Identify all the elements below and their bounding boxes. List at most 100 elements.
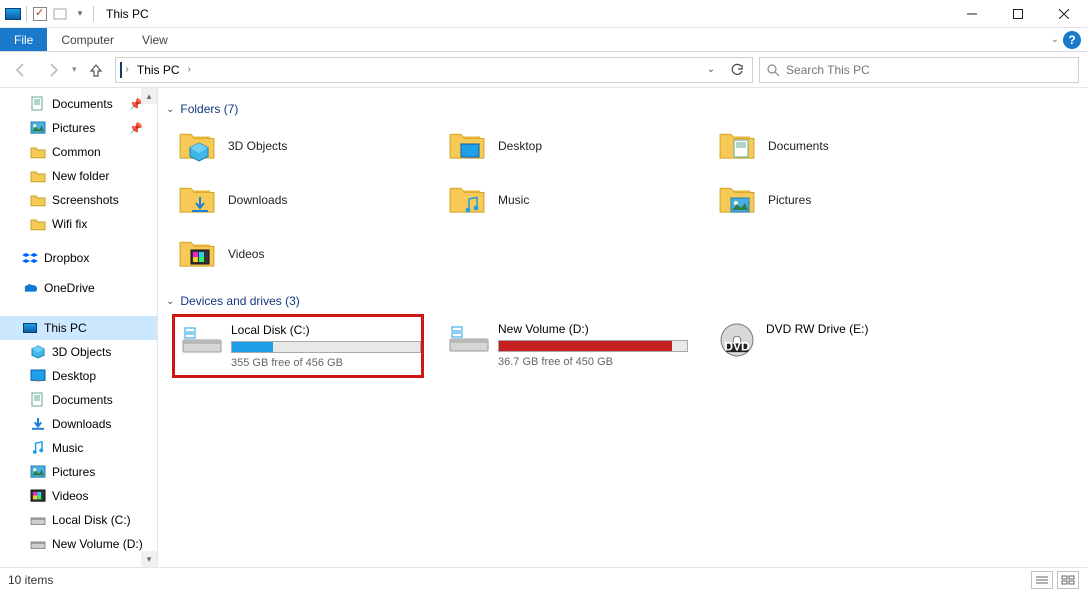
drive-item[interactable]: DVD DVD RW Drive (E:): [708, 314, 960, 378]
3d-icon: [30, 344, 46, 360]
ribbon-tabs: File Computer View ⌄ ?: [0, 28, 1087, 52]
folder-item[interactable]: Pictures: [712, 176, 952, 224]
group-header-folders[interactable]: ⌄ Folders (7): [164, 98, 1081, 122]
search-box[interactable]: [759, 57, 1079, 83]
drive-label: DVD RW Drive (E:): [766, 322, 952, 336]
folder-label: 3D Objects: [228, 139, 287, 153]
app-icon: [4, 5, 22, 23]
nav-forward-button[interactable]: [40, 57, 66, 83]
content-pane: ⌄ Folders (7) 3D Objects Desktop Documen…: [158, 88, 1087, 567]
tree-item[interactable]: Pictures: [0, 460, 157, 484]
scroll-down-button[interactable]: ▾: [141, 551, 157, 567]
folder-item[interactable]: Desktop: [442, 122, 682, 170]
help-icon[interactable]: ?: [1063, 31, 1081, 49]
address-dropdown-icon[interactable]: ⌄: [700, 64, 722, 75]
downloads-icon: [30, 416, 46, 432]
folder-icon: [30, 216, 46, 232]
tree-item[interactable]: Documents 📌: [0, 92, 157, 116]
chevron-right-icon[interactable]: ›: [126, 64, 129, 75]
group-header-drives[interactable]: ⌄ Devices and drives (3): [164, 290, 1081, 314]
folder-item[interactable]: 3D Objects: [172, 122, 412, 170]
quickaccess-blank-icon[interactable]: [51, 5, 69, 23]
tree-item[interactable]: Desktop: [0, 364, 157, 388]
drive-icon: DVD: [716, 322, 758, 358]
folder-item[interactable]: Music: [442, 176, 682, 224]
tab-file[interactable]: File: [0, 28, 47, 51]
videos-folder-icon: [178, 234, 218, 274]
folder-item[interactable]: Videos: [172, 230, 412, 278]
desktop-icon: [30, 368, 46, 384]
tree-item[interactable]: Screenshots: [0, 188, 157, 212]
minimize-button[interactable]: [949, 0, 995, 28]
tree-label: Local Disk (C:): [52, 513, 131, 527]
tree-item[interactable]: New Volume (D:): [0, 532, 157, 556]
drive-item[interactable]: Local Disk (C:) 355 GB free of 456 GB: [172, 314, 424, 378]
tree-label: Videos: [52, 489, 88, 503]
view-tiles-button[interactable]: [1057, 571, 1079, 589]
desktop-folder-icon: [448, 126, 488, 166]
pictures-folder-icon: [718, 180, 758, 220]
drive-item[interactable]: New Volume (D:) 36.7 GB free of 450 GB: [440, 314, 692, 378]
folder-item[interactable]: Documents: [712, 122, 952, 170]
tree-label: Common: [52, 145, 101, 159]
drive-icon: [181, 323, 223, 359]
folder-item[interactable]: Downloads: [172, 176, 412, 224]
tree-label: Documents: [52, 97, 113, 111]
music-icon: [30, 440, 46, 456]
documents-folder-icon: [718, 126, 758, 166]
tree-item[interactable]: Downloads: [0, 412, 157, 436]
nav-up-button[interactable]: [83, 57, 109, 83]
refresh-button[interactable]: [726, 63, 748, 77]
quickaccess-dropdown-icon[interactable]: ▾: [71, 5, 89, 23]
main-area: ▴ Documents 📌 Pictures 📌 Common New fold…: [0, 88, 1087, 567]
chevron-down-icon: ⌄: [166, 104, 174, 115]
folder-label: Videos: [228, 247, 264, 261]
tree-item[interactable]: Music: [0, 436, 157, 460]
tree-label: Pictures: [52, 465, 95, 479]
folder-icon: [30, 144, 46, 160]
tree-item[interactable]: New folder: [0, 164, 157, 188]
tree-item[interactable]: Local Disk (C:): [0, 508, 157, 532]
dropbox-icon: [22, 250, 38, 266]
chevron-right-icon[interactable]: ›: [188, 64, 191, 75]
tree-item[interactable]: Videos: [0, 484, 157, 508]
title-bar: ▾ This PC: [0, 0, 1087, 28]
tree-item[interactable]: Documents: [0, 388, 157, 412]
search-input[interactable]: [786, 63, 1072, 77]
drive-label: New Volume (D:): [498, 322, 688, 336]
quickaccess-checkbox-icon[interactable]: [31, 5, 49, 23]
group-title: Devices and drives (3): [180, 294, 299, 308]
maximize-button[interactable]: [995, 0, 1041, 28]
nav-back-button[interactable]: [8, 57, 34, 83]
folder-label: Documents: [768, 139, 829, 153]
tree-item[interactable]: Wifi fix: [0, 212, 157, 236]
ribbon-expand-icon[interactable]: ⌄: [1051, 34, 1059, 45]
tree-item[interactable]: Pictures 📌: [0, 116, 157, 140]
onedrive-icon: [22, 280, 38, 296]
tree-item[interactable]: 3D Objects: [0, 340, 157, 364]
tree-item[interactable]: Common: [0, 140, 157, 164]
status-bar: 10 items: [0, 567, 1087, 591]
tree-label: New folder: [52, 169, 109, 183]
disk-icon: [30, 512, 46, 528]
tree-item[interactable]: OneDrive: [0, 276, 157, 300]
search-icon: [766, 63, 780, 77]
view-details-button[interactable]: [1031, 571, 1053, 589]
navigation-bar: ▾ › This PC › ⌄: [0, 52, 1087, 88]
folder-label: Desktop: [498, 139, 542, 153]
tab-view[interactable]: View: [128, 28, 182, 51]
group-title: Folders (7): [180, 102, 238, 116]
scroll-up-button[interactable]: ▴: [141, 88, 157, 104]
tab-computer[interactable]: Computer: [47, 28, 128, 51]
drive-capacity-bar: [231, 341, 421, 353]
address-icon: [120, 63, 122, 77]
tree-label: Downloads: [52, 417, 111, 431]
tree-label: Screenshots: [52, 193, 119, 207]
tree-item[interactable]: Dropbox: [0, 246, 157, 270]
breadcrumb-this-pc[interactable]: This PC: [133, 63, 184, 77]
nav-recent-dropdown[interactable]: ▾: [72, 64, 77, 75]
close-button[interactable]: [1041, 0, 1087, 28]
tree-label: New Volume (D:): [52, 537, 143, 551]
address-bar[interactable]: › This PC › ⌄: [115, 57, 753, 83]
tree-item-this-pc[interactable]: This PC: [0, 316, 157, 340]
